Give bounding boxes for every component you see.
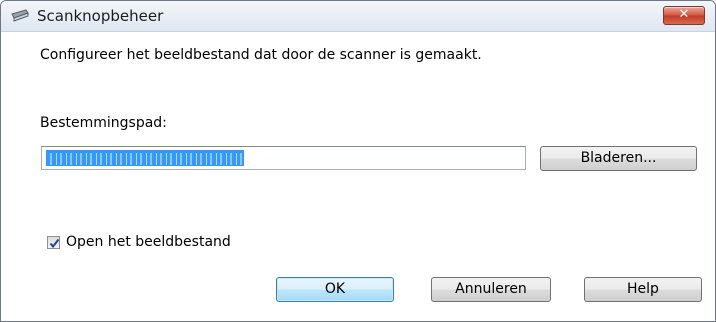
close-icon: ✕ [678,7,690,22]
open-image-label: Open het beeldbestand [66,234,231,250]
destination-path-input[interactable]: ​ [41,146,526,170]
ok-button[interactable]: OK [276,277,394,302]
selected-path-text: ​ [46,150,244,166]
scanner-icon [11,8,29,22]
cancel-button[interactable]: Annuleren [431,277,551,302]
destination-path-label: Bestemmingspad: [40,115,167,131]
close-button[interactable]: ✕ [663,6,705,25]
title-bar[interactable]: Scanknopbeheer ✕ [1,1,715,32]
window-title: Scanknopbeheer [37,7,164,25]
instruction-text: Configureer het beeldbestand dat door de… [40,47,482,63]
help-button[interactable]: Help [584,277,702,302]
open-image-checkbox[interactable] [47,236,60,249]
browse-button[interactable]: Bladeren... [540,146,697,171]
checkmark-icon [49,238,60,249]
